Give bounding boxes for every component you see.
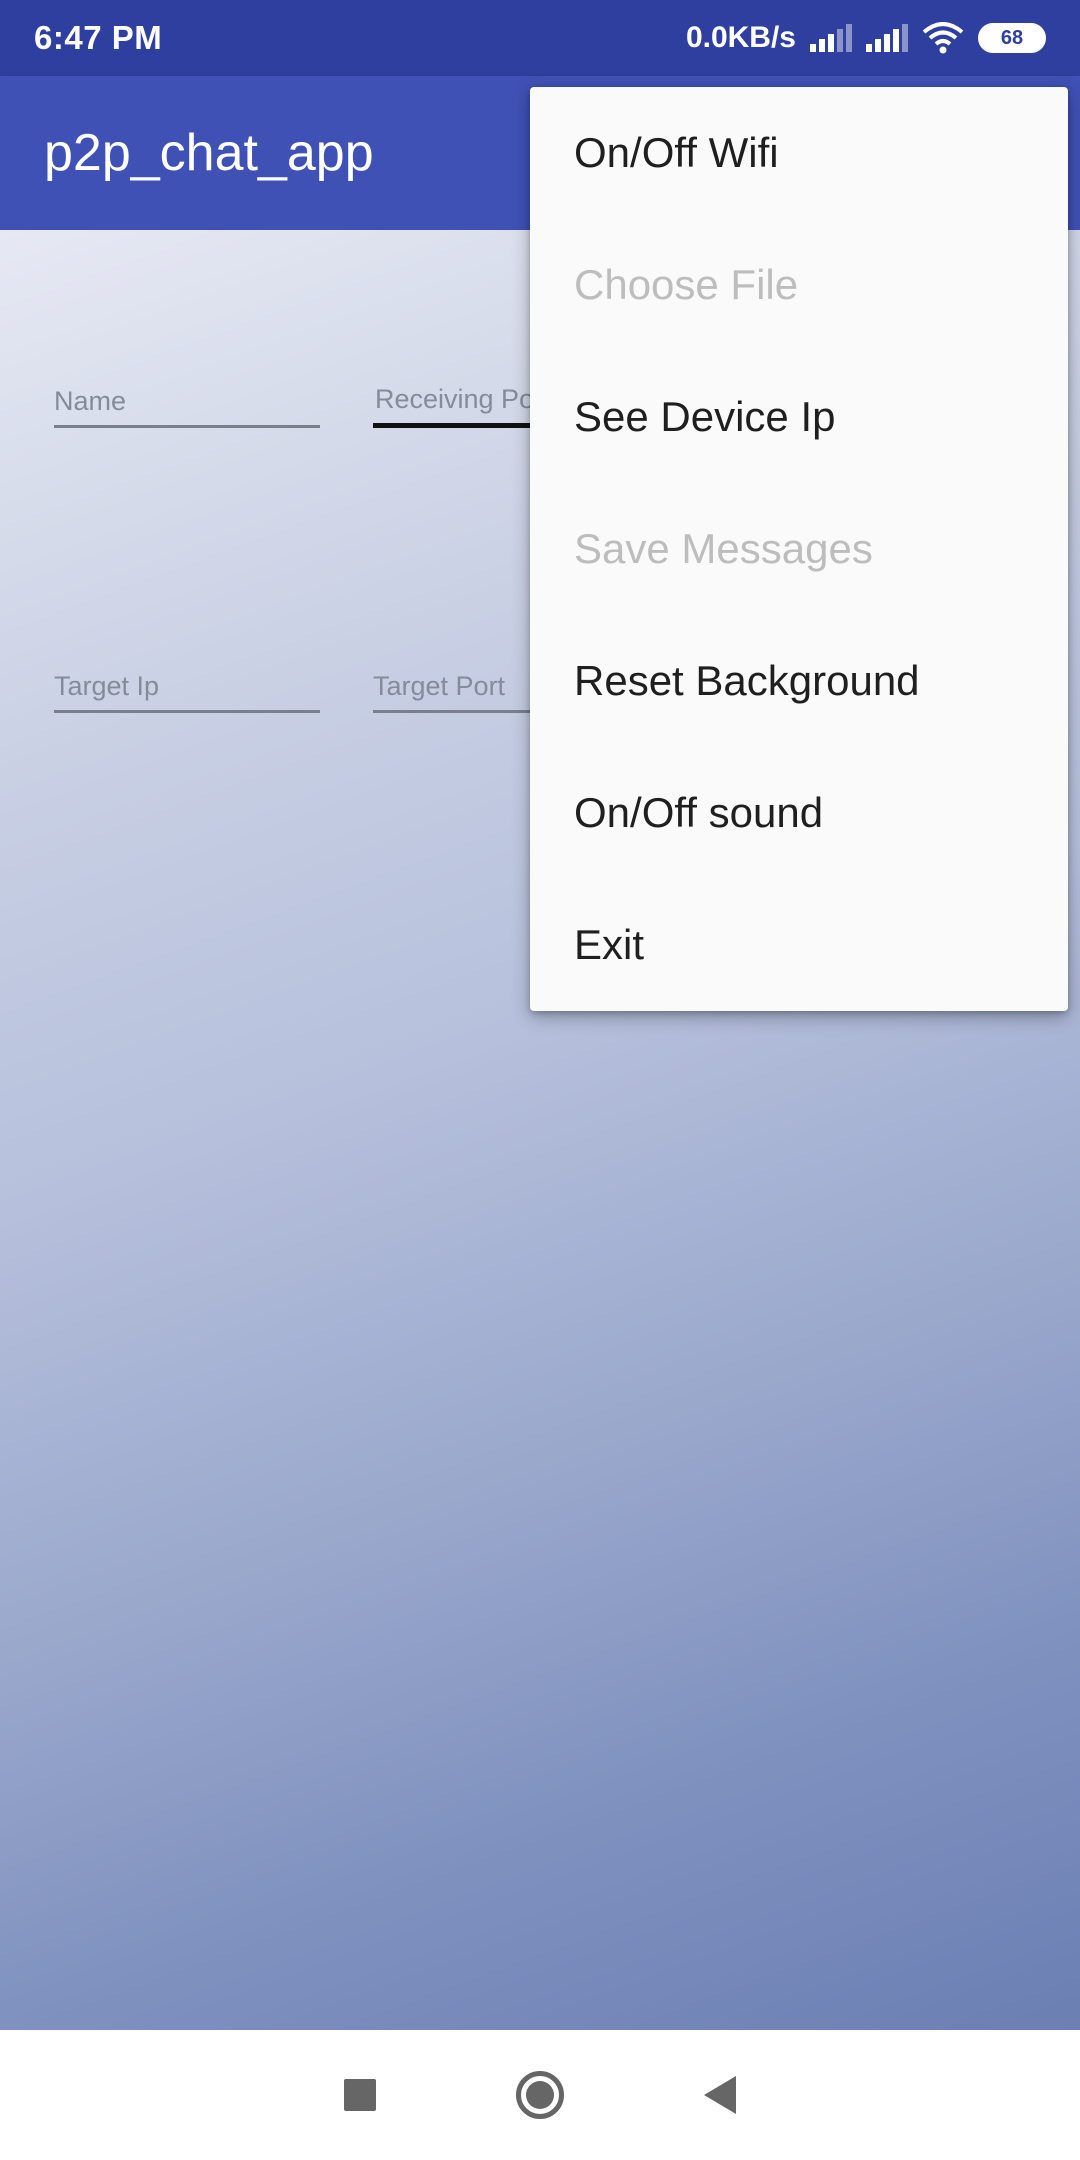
menu-item-onoff-sound[interactable]: On/Off sound <box>530 747 1068 879</box>
network-speed: 0.0KB/s <box>685 21 796 54</box>
status-bar: 6:47 PM 0.0KB/s 68 <box>0 0 1080 76</box>
receiving-port-input[interactable]: Receiving Port <box>373 368 543 428</box>
back-icon[interactable] <box>704 2076 736 2114</box>
menu-item-save-messages[interactable]: Save Messages <box>530 483 1068 615</box>
home-icon-dot <box>526 2081 554 2109</box>
target-ip-placeholder: Target Ip <box>54 671 160 701</box>
signal-icon <box>810 24 852 52</box>
wifi-icon <box>922 22 964 54</box>
menu-item-choose-file[interactable]: Choose File <box>530 219 1068 351</box>
battery-level: 68 <box>1000 26 1024 49</box>
target-port-placeholder: Target Port <box>373 671 506 701</box>
home-icon[interactable] <box>516 2071 564 2119</box>
system-nav-bar <box>0 2030 1080 2160</box>
signal-icon <box>866 24 908 52</box>
status-icons: 0.0KB/s 68 <box>686 21 1046 55</box>
receiving-port-placeholder: Receiving Port <box>375 384 543 414</box>
name-input[interactable]: Name <box>54 368 320 428</box>
name-placeholder: Name <box>54 386 127 416</box>
battery-icon: 68 <box>978 23 1046 53</box>
app-title: p2p_chat_app <box>44 124 374 182</box>
menu-item-exit[interactable]: Exit <box>530 879 1068 1011</box>
target-ip-input[interactable]: Target Ip <box>54 653 320 713</box>
target-port-input[interactable]: Target Port <box>373 653 543 713</box>
overflow-menu: On/Off Wifi Choose File See Device Ip Sa… <box>530 87 1068 1011</box>
menu-item-see-device-ip[interactable]: See Device Ip <box>530 351 1068 483</box>
menu-item-onoff-wifi[interactable]: On/Off Wifi <box>530 87 1068 219</box>
status-time: 6:47 PM <box>34 19 163 56</box>
menu-item-reset-background[interactable]: Reset Background <box>530 615 1068 747</box>
recents-icon[interactable] <box>344 2079 376 2111</box>
